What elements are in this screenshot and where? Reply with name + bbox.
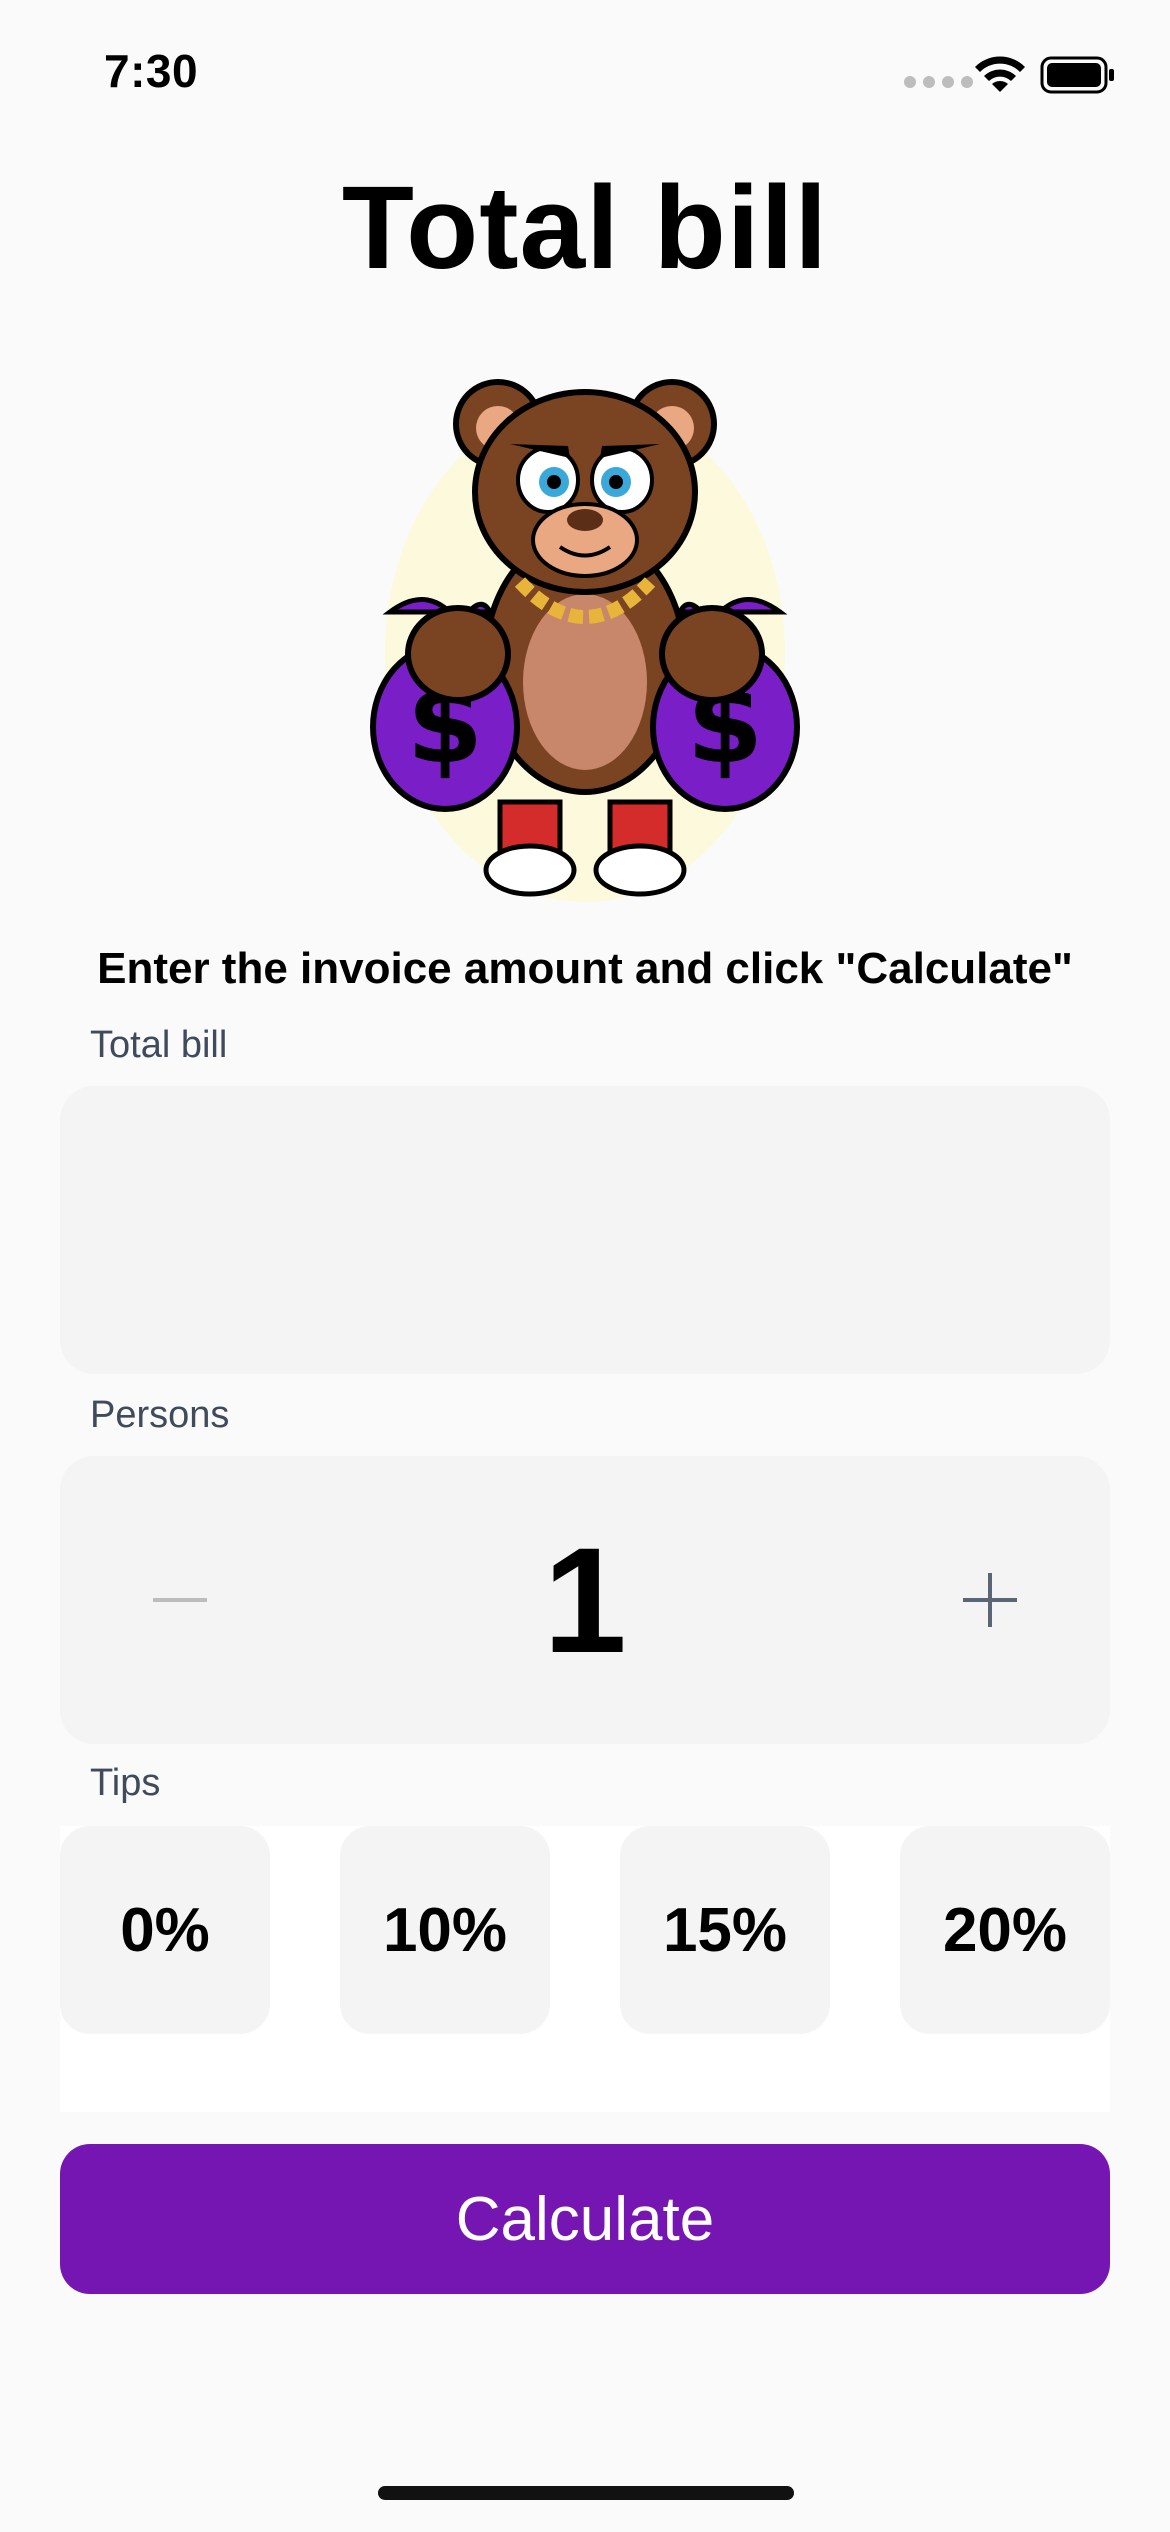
tip-option-15[interactable]: 15% — [620, 1826, 830, 2034]
battery-icon — [1040, 56, 1114, 94]
total-bill-label: Total bill — [90, 1024, 228, 1066]
home-indicator[interactable] — [378, 2486, 794, 2500]
total-bill-input[interactable] — [60, 1086, 1110, 1374]
tips-label: Tips — [90, 1762, 161, 1804]
cellular-signal-icon — [904, 76, 973, 88]
increment-persons-button[interactable] — [930, 1540, 1050, 1660]
instructions-text: Enter the invoice amount and click "Calc… — [97, 944, 1073, 993]
wifi-icon — [975, 56, 1025, 92]
page-title: Total bill — [341, 162, 829, 294]
calculate-button[interactable]: Calculate — [60, 2144, 1110, 2294]
bear-mascot-image: $ $ — [370, 379, 800, 902]
status-time: 7:30 — [104, 45, 199, 97]
tip-option-10[interactable]: 10% — [340, 1826, 550, 2034]
persons-count: 1 — [543, 1516, 627, 1684]
decrement-persons-button[interactable] — [120, 1540, 240, 1660]
persons-label: Persons — [90, 1394, 230, 1436]
tip-option-0[interactable]: 0% — [60, 1826, 270, 2034]
minus-icon — [153, 1598, 207, 1602]
tip-option-20[interactable]: 20% — [900, 1826, 1110, 2034]
